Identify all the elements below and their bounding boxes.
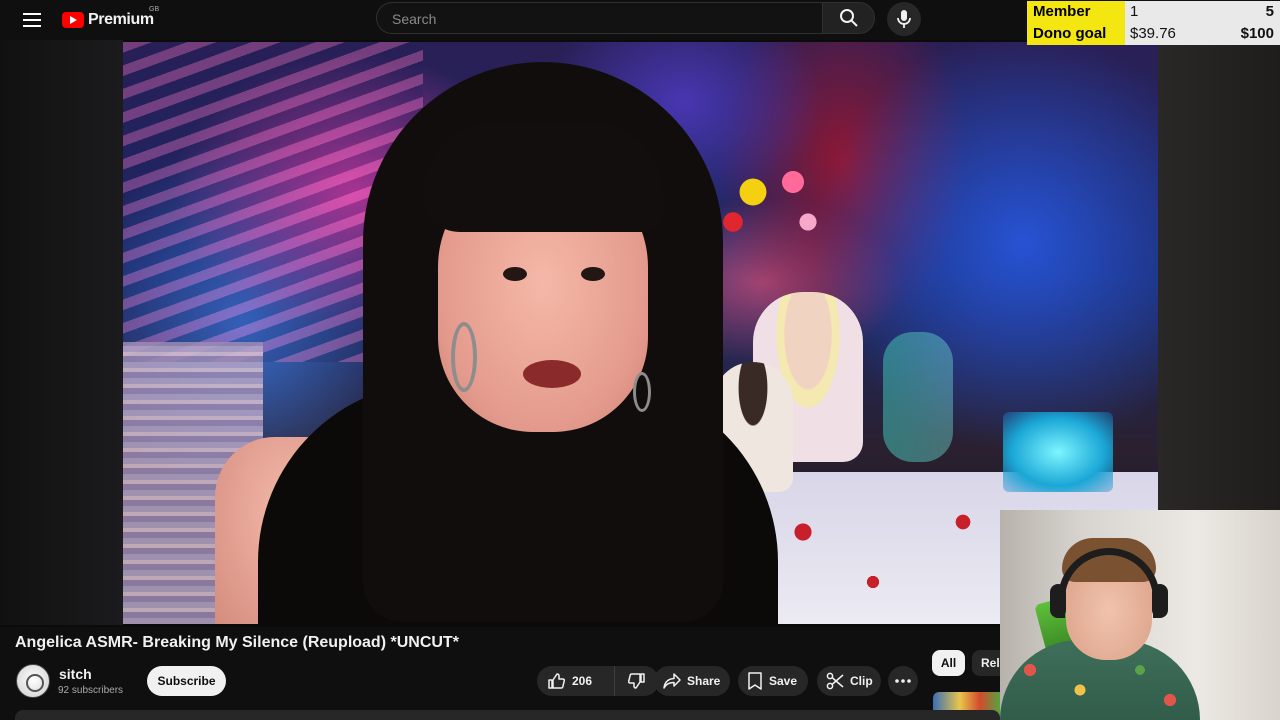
save-button[interactable]: Save xyxy=(738,666,808,696)
like-dislike-group: 206 xyxy=(537,666,659,696)
dono-goal-target: $100 xyxy=(1222,23,1280,45)
share-label: Share xyxy=(687,674,721,688)
chip-related[interactable]: Related xyxy=(972,650,1000,676)
like-count: 206 xyxy=(572,674,593,688)
channel-avatar[interactable] xyxy=(16,664,50,698)
video-ambient-right xyxy=(1158,40,1280,510)
video-ambient-left xyxy=(0,40,123,625)
search-input[interactable] xyxy=(390,10,794,28)
microphone-icon xyxy=(887,2,921,36)
dislike-button[interactable] xyxy=(615,666,659,696)
share-icon xyxy=(663,673,681,689)
dono-goal-current: $39.76 xyxy=(1125,23,1222,45)
youtube-premium-logo[interactable]: Premium xyxy=(62,8,154,32)
streamer-webcam xyxy=(1000,510,1280,720)
youtube-logo-icon xyxy=(62,12,84,28)
dono-goal-row: Dono goal $39.76 $100 xyxy=(1027,23,1280,45)
search-box xyxy=(376,2,822,34)
more-actions-button[interactable] xyxy=(888,666,918,696)
chip-related-label: Related xyxy=(981,656,1000,670)
save-label: Save xyxy=(769,674,798,688)
thumbs-up-icon xyxy=(548,673,565,689)
menu-icon xyxy=(23,13,41,15)
subscribe-button[interactable]: Subscribe xyxy=(147,666,226,696)
more-dots-icon xyxy=(895,679,911,683)
guide-menu-button[interactable] xyxy=(20,9,44,31)
search-button[interactable] xyxy=(822,2,875,34)
dono-goal-label: Dono goal xyxy=(1027,23,1125,45)
share-button[interactable]: Share xyxy=(654,666,730,696)
logo-text: Premium xyxy=(88,11,154,28)
thumbs-down-icon xyxy=(628,673,645,689)
voice-search-button[interactable] xyxy=(887,2,921,36)
description-box[interactable] xyxy=(15,710,1000,720)
search-icon xyxy=(823,3,874,33)
member-goal-label: Member Goal xyxy=(1027,1,1125,42)
clip-button[interactable]: Clip xyxy=(817,666,881,696)
clip-label: Clip xyxy=(850,674,873,688)
bookmark-icon xyxy=(748,672,762,690)
chip-all[interactable]: All xyxy=(932,650,965,676)
channel-name[interactable]: sitch xyxy=(59,666,92,682)
member-goal-current: 1 xyxy=(1125,1,1222,23)
like-button[interactable]: 206 xyxy=(537,666,615,696)
stream-goals-overlay: Member Goal 1 5 Dono goal $39.76 $100 xyxy=(1027,0,1280,45)
video-title: Angelica ASMR- Breaking My Silence (Reup… xyxy=(15,634,459,651)
subscriber-count: 92 subscribers xyxy=(58,685,124,696)
member-goal-target: 5 xyxy=(1222,1,1280,23)
logo-region-code: GB xyxy=(149,6,160,13)
scissors-icon xyxy=(826,672,844,690)
member-goal-row: Member Goal 1 5 xyxy=(1027,1,1280,42)
